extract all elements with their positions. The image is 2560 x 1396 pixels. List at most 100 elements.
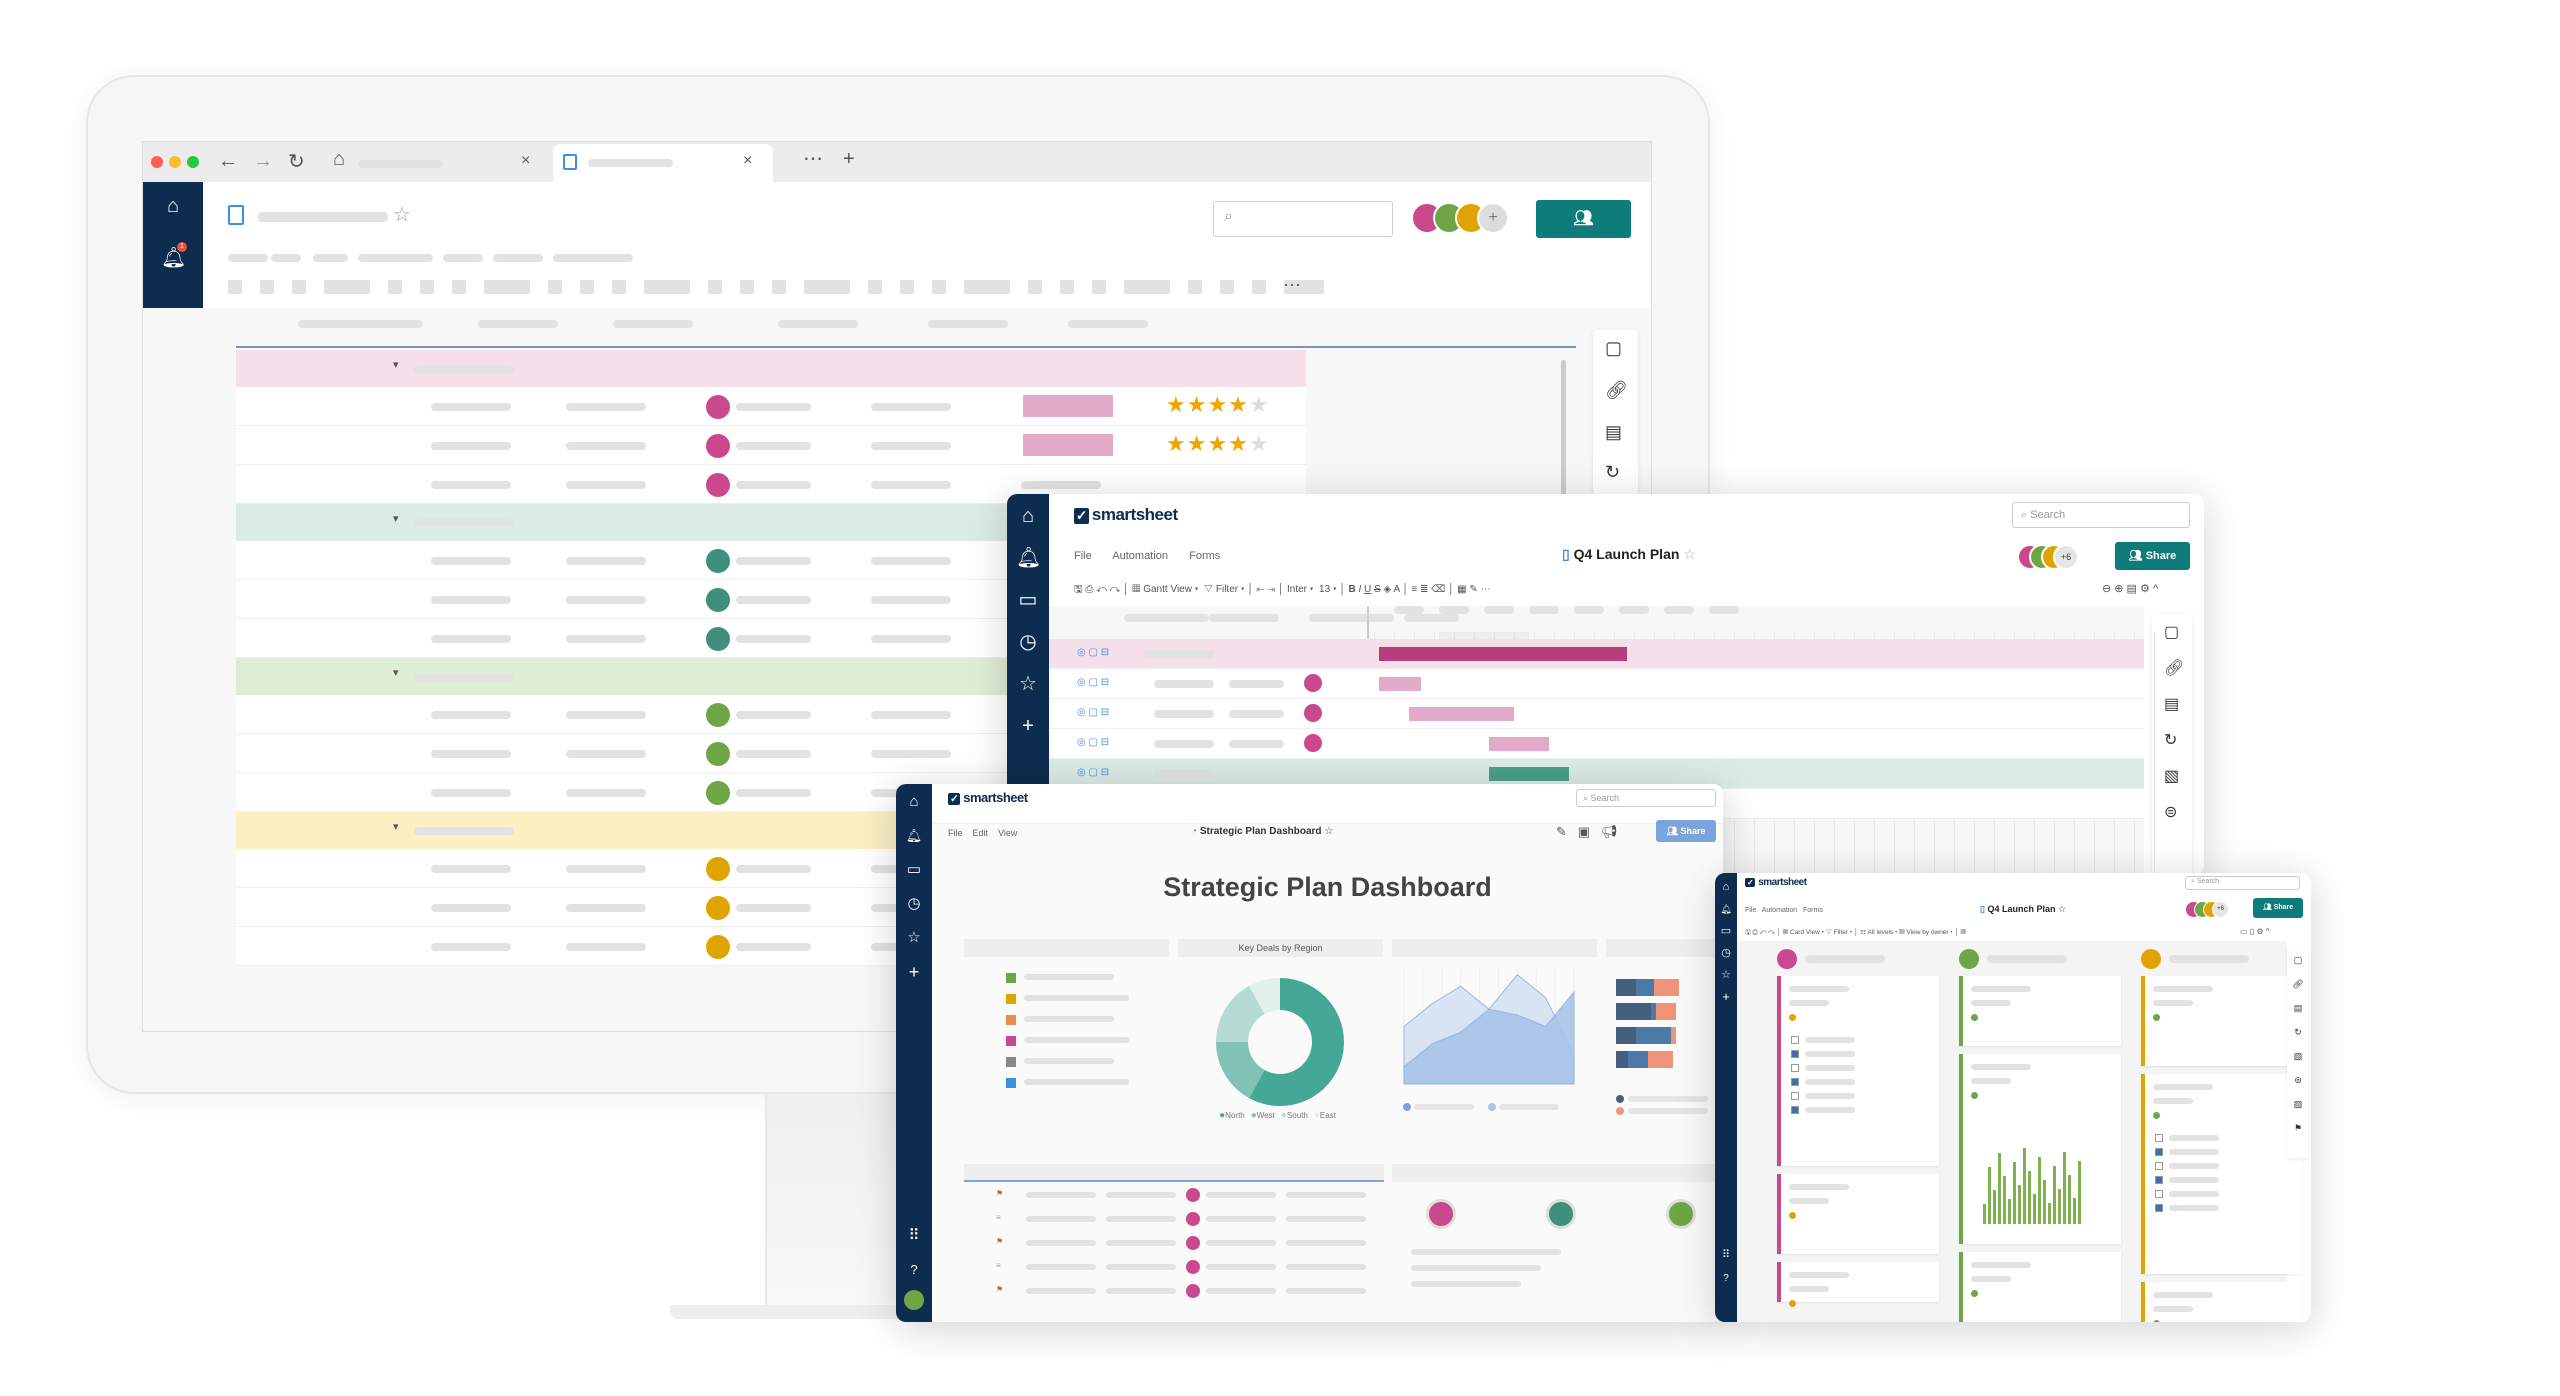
menu-file[interactable]: File: [1074, 550, 1092, 562]
apps-icon[interactable]: ⠿: [902, 1224, 926, 1248]
checkbox[interactable]: [1791, 1106, 1799, 1114]
recents-icon[interactable]: ◷: [1016, 630, 1040, 654]
checkbox[interactable]: [2155, 1162, 2163, 1170]
italic-button[interactable]: I: [1358, 584, 1361, 595]
toolbar-button-placeholder[interactable]: [516, 280, 530, 294]
toolbar-button-placeholder[interactable]: [932, 280, 946, 294]
back-icon[interactable]: ←: [218, 150, 238, 173]
checkbox[interactable]: [2155, 1148, 2163, 1156]
table-row[interactable]: ◎ ▢ ⊟: [1049, 639, 2144, 669]
share-button[interactable]: 👥︎ Share: [1656, 820, 1716, 842]
reload-icon[interactable]: ↻: [288, 149, 305, 174]
toolbar-button-placeholder[interactable]: [260, 280, 274, 294]
column-header-placeholder[interactable]: [1068, 320, 1148, 328]
table-row[interactable]: ★★★★★: [236, 426, 1306, 465]
proofs-icon[interactable]: ▤: [2287, 996, 2309, 1020]
close-tab-icon[interactable]: ×: [521, 152, 530, 170]
proofs-icon[interactable]: ▤: [1605, 422, 1622, 443]
card[interactable]: [2141, 1282, 2303, 1322]
card[interactable]: [1959, 1252, 2121, 1322]
menu-placeholder[interactable]: [553, 254, 633, 262]
create-icon[interactable]: +: [1016, 714, 1040, 738]
favorites-icon[interactable]: ☆: [1715, 963, 1738, 987]
toolbar-button-placeholder[interactable]: [1220, 280, 1234, 294]
folder-icon[interactable]: ▭: [1715, 919, 1738, 943]
comments-icon[interactable]: ▢: [1605, 338, 1622, 359]
undo-icon[interactable]: ↶: [1096, 584, 1107, 595]
menu-placeholder[interactable]: [313, 254, 348, 262]
zoom-out-icon[interactable]: ⊖: [2102, 583, 2111, 595]
apps-icon[interactable]: ⠿: [1715, 1243, 1738, 1267]
print-icon[interactable]: ⎙: [1085, 584, 1093, 595]
create-icon[interactable]: +: [902, 960, 926, 984]
column-header-placeholder[interactable]: [613, 320, 693, 328]
flag-icon[interactable]: ⚑: [2287, 1116, 2309, 1140]
checkbox[interactable]: [1791, 1092, 1799, 1100]
notifications-icon[interactable]: 🔔︎: [902, 824, 926, 848]
column-header-placeholder[interactable]: [928, 320, 1008, 328]
announce-icon[interactable]: 📢︎: [1601, 824, 1618, 839]
toolbar-button-placeholder[interactable]: [740, 280, 754, 294]
column-header-placeholder[interactable]: [1124, 614, 1209, 622]
comments-icon[interactable]: ▢: [2287, 948, 2309, 972]
checkbox[interactable]: [1791, 1064, 1799, 1072]
help-icon[interactable]: ?: [1715, 1267, 1738, 1291]
gantt-bar[interactable]: [1409, 707, 1514, 721]
settings-icon[interactable]: ⚙: [2140, 583, 2150, 595]
folder-icon[interactable]: ▭: [1016, 588, 1040, 612]
toolbar-button-placeholder[interactable]: [228, 280, 242, 294]
toolbar-button-placeholder[interactable]: [708, 280, 722, 294]
toolbar-button-placeholder[interactable]: [996, 280, 1010, 294]
home-icon[interactable]: ⌂: [902, 790, 926, 814]
filter-button[interactable]: ▽ Filter ▾: [1204, 584, 1245, 595]
print-icon[interactable]: ⎙: [1752, 929, 1757, 936]
toolbar-button-placeholder[interactable]: [388, 280, 402, 294]
close-window-button[interactable]: [151, 156, 163, 168]
view-selector[interactable]: ▦ Gantt View ▾: [1132, 584, 1198, 595]
strikethrough-button[interactable]: S: [1374, 584, 1381, 595]
menu-placeholder[interactable]: [358, 254, 433, 262]
toolbar-button-placeholder[interactable]: [1028, 280, 1042, 294]
card[interactable]: [2141, 1074, 2303, 1274]
share-button[interactable]: 👥︎ Share: [2253, 898, 2303, 918]
group-row[interactable]: ▾: [236, 350, 1306, 387]
edit-icon[interactable]: ✎: [1556, 824, 1567, 839]
more-collaborators[interactable]: +6: [2212, 901, 2229, 918]
integrations-icon[interactable]: ⊜: [2287, 1068, 2309, 1092]
help-icon[interactable]: ?: [902, 1258, 926, 1282]
checkbox[interactable]: [1791, 1078, 1799, 1086]
settings-icon[interactable]: ⚙: [2256, 927, 2263, 936]
new-tab-icon[interactable]: +: [843, 148, 855, 171]
active-tab[interactable]: ×: [553, 144, 773, 182]
toolbar-button-placeholder[interactable]: [452, 280, 466, 294]
card[interactable]: [1959, 1054, 2121, 1244]
toolbar-button-placeholder[interactable]: [612, 280, 626, 294]
integrations-icon[interactable]: ⊜: [2164, 802, 2177, 822]
maximize-window-button[interactable]: [187, 156, 199, 168]
search-input[interactable]: ⌕ Search: [2185, 876, 2300, 890]
gantt-bar[interactable]: [1489, 737, 1549, 751]
favorite-star-icon[interactable]: ☆: [1324, 826, 1333, 837]
toolbar-button-placeholder[interactable]: [676, 280, 690, 294]
favorites-icon[interactable]: ☆: [902, 926, 926, 950]
activity-icon[interactable]: ↻: [2164, 730, 2177, 750]
minimize-window-button[interactable]: [169, 156, 181, 168]
favorite-star-icon[interactable]: ☆: [393, 202, 411, 227]
notifications-icon[interactable]: 🔔︎: [1016, 546, 1041, 570]
underline-button[interactable]: U: [1364, 584, 1371, 595]
column-header-placeholder[interactable]: [778, 320, 858, 328]
table-row[interactable]: ◎ ▢ ⊟: [1049, 699, 2144, 729]
menu-file[interactable]: File: [948, 828, 963, 838]
checkbox[interactable]: [1791, 1050, 1799, 1058]
proofs-icon[interactable]: ▤: [2164, 694, 2179, 714]
save-icon[interactable]: 🖫︎: [1745, 929, 1751, 936]
search-input[interactable]: ⌕ Search: [1576, 789, 1716, 807]
row-action-icons[interactable]: ◎ ▢ ⊟: [1077, 647, 1109, 658]
home-icon[interactable]: ⌂: [333, 148, 345, 171]
gantt-bar[interactable]: [1489, 767, 1569, 781]
star-rating[interactable]: ★★★★★: [1166, 431, 1270, 457]
menu-edit[interactable]: Edit: [973, 828, 989, 838]
gantt-bar[interactable]: [1379, 677, 1421, 691]
close-tab-icon[interactable]: ×: [743, 152, 752, 170]
home-icon[interactable]: ⌂: [161, 194, 185, 218]
